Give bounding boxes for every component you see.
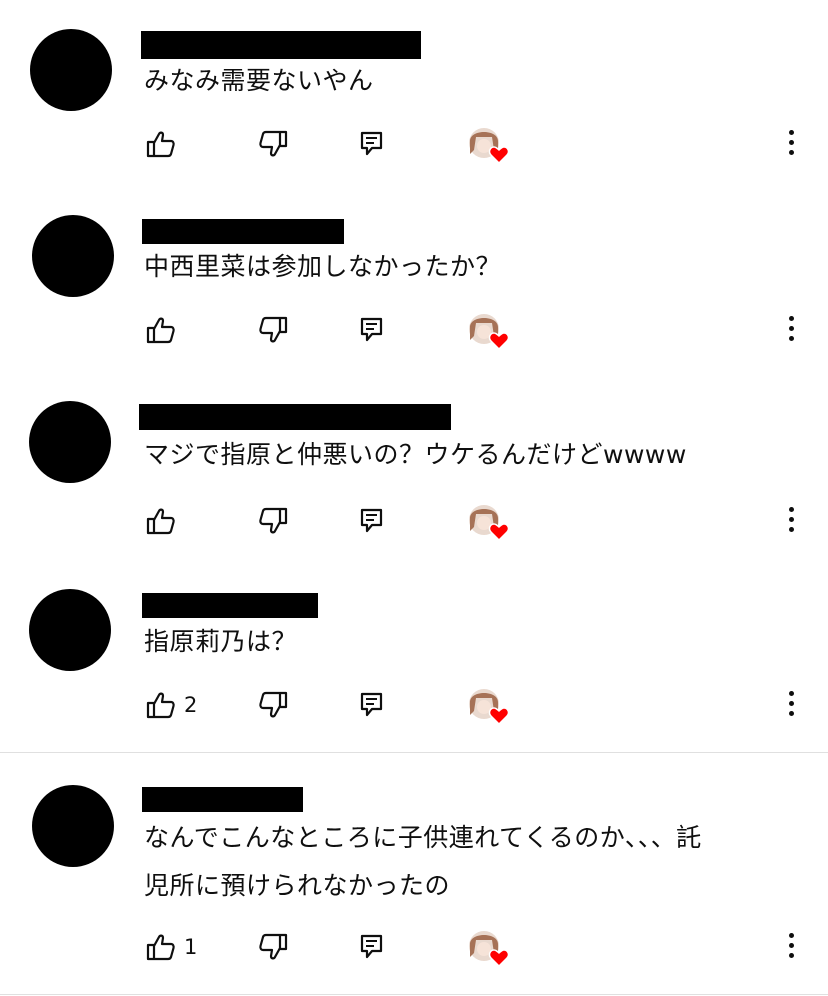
avatar[interactable] xyxy=(32,215,114,297)
dislike-button[interactable] xyxy=(258,124,288,164)
more-options-button[interactable] xyxy=(786,691,796,719)
reply-icon xyxy=(360,692,383,717)
avatar[interactable] xyxy=(30,29,112,111)
reply-button[interactable] xyxy=(360,685,384,725)
comment-text: みなみ需要ないやん xyxy=(144,66,374,95)
comment-actions: 1 xyxy=(0,927,828,968)
like-button[interactable] xyxy=(146,124,184,164)
creator-heart-avatar xyxy=(466,124,512,165)
creator-heart-avatar xyxy=(466,310,512,351)
comment-actions xyxy=(0,310,828,351)
like-button[interactable] xyxy=(146,501,184,541)
dislike-button[interactable] xyxy=(258,310,288,350)
thumb-up-icon xyxy=(146,934,175,961)
reply-icon xyxy=(360,317,383,342)
dislike-button[interactable] xyxy=(258,501,288,541)
comment-text: なんでこんなところに子供連れてくるのか、、、託 児所に預けられなかったの xyxy=(144,823,702,900)
author-name-redacted[interactable] xyxy=(141,31,421,59)
thumb-down-icon xyxy=(259,316,288,343)
author-name-redacted[interactable] xyxy=(139,404,451,430)
comment-text: 中西里菜は参加しなかったか？ xyxy=(144,252,502,281)
thumb-down-icon xyxy=(259,691,288,718)
section-divider xyxy=(0,752,828,753)
thumb-up-icon xyxy=(146,692,175,719)
reply-button[interactable] xyxy=(360,310,384,350)
author-name-redacted[interactable] xyxy=(142,787,303,812)
creator-heart-avatar xyxy=(466,685,512,726)
more-options-button[interactable] xyxy=(786,130,796,158)
author-name-redacted[interactable] xyxy=(142,593,318,618)
thumb-up-icon xyxy=(146,131,175,158)
comment-text: 指原莉乃は？ xyxy=(144,627,298,656)
comment-actions: 2 xyxy=(0,685,828,726)
thumb-up-icon xyxy=(146,508,175,535)
more-options-button[interactable] xyxy=(786,507,796,535)
like-button[interactable]: 1 xyxy=(146,927,197,967)
creator-heart-avatar xyxy=(466,501,512,542)
avatar[interactable] xyxy=(29,401,111,483)
reply-icon xyxy=(360,131,383,156)
thumb-up-icon xyxy=(146,317,175,344)
more-options-button[interactable] xyxy=(786,933,796,961)
thumb-down-icon xyxy=(259,933,288,960)
comment-text: マジで指原と仲悪いの？ウケるんだけどwwww xyxy=(144,440,687,469)
more-options-button[interactable] xyxy=(786,316,796,344)
author-name-redacted[interactable] xyxy=(142,219,344,244)
creator-heart-avatar xyxy=(466,927,512,968)
reply-button[interactable] xyxy=(360,124,384,164)
reply-button[interactable] xyxy=(360,927,384,967)
reply-button[interactable] xyxy=(360,501,384,541)
like-button[interactable] xyxy=(146,310,184,350)
comment-actions xyxy=(0,124,828,165)
comment-actions xyxy=(0,501,828,542)
reply-icon xyxy=(360,508,383,533)
dislike-button[interactable] xyxy=(258,927,288,967)
avatar[interactable] xyxy=(32,785,114,867)
dislike-button[interactable] xyxy=(258,685,288,725)
avatar[interactable] xyxy=(29,589,111,671)
like-button[interactable]: 2 xyxy=(146,685,197,725)
like-count: 2 xyxy=(184,693,198,717)
thumb-down-icon xyxy=(259,507,288,534)
reply-icon xyxy=(360,934,383,959)
section-divider xyxy=(0,994,828,995)
like-count: 1 xyxy=(184,935,198,959)
thumb-down-icon xyxy=(259,130,288,157)
